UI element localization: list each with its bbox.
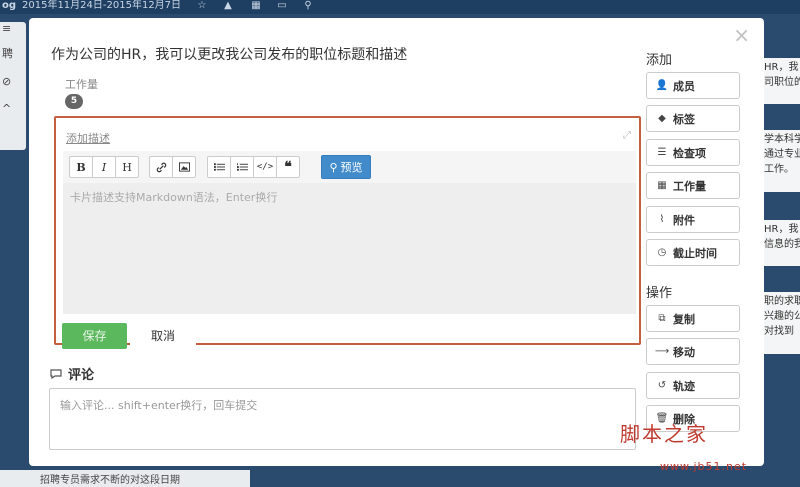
copy-icon: ⧉ <box>658 313 666 324</box>
search-icon: ⚲ <box>329 160 338 174</box>
code-icon[interactable]: </> <box>253 156 277 178</box>
attachment-icon: ⊘ <box>2 75 12 88</box>
italic-button[interactable]: I <box>92 156 116 178</box>
site-watermark: 脚本之家 <box>620 422 708 446</box>
history-icon: ↺ <box>657 380 667 391</box>
chart-icon[interactable]: ▲ <box>222 0 234 12</box>
block-group: </> ❝ <box>207 156 300 178</box>
history-button[interactable]: ↺ 轨迹 <box>646 372 740 399</box>
project-title[interactable]: og <box>2 0 16 12</box>
checklist-icon: ☰ <box>657 147 667 158</box>
workload-label: 工作量 <box>65 78 98 91</box>
board-card[interactable]: HR，我 司职位的 <box>764 58 800 104</box>
board-card[interactable]: HR，我 信息的我 <box>764 220 800 266</box>
cancel-button[interactable]: 取消 <box>130 323 196 349</box>
board-card[interactable]: 学本科学 通过专业 工作。 <box>764 130 800 192</box>
archive-icon[interactable]: ▭ <box>276 0 288 12</box>
workload-badge[interactable]: 5 <box>65 94 83 109</box>
calendar-icon[interactable]: ▦ <box>250 0 262 12</box>
editor-toolbar: B I H </> ❝ ⚲ 预览 <box>63 151 636 183</box>
preview-button[interactable]: ⚲ 预览 <box>321 155 371 179</box>
board-card[interactable]: 职的求职 兴趣的公 对找到 <box>764 292 800 354</box>
collapse-icon[interactable]: ^ <box>0 102 26 115</box>
add-member-button[interactable]: 👤 成员 <box>646 72 740 99</box>
add-checklist-button[interactable]: ☰ 检查项 <box>646 139 740 166</box>
ops-section-title: 操作 <box>646 286 673 301</box>
comments-header: 评论 <box>49 364 94 383</box>
move-button[interactable]: ⟶ 移动 <box>646 338 740 365</box>
comment-icon <box>50 368 62 379</box>
expand-icon[interactable]: ⤢ <box>623 131 633 141</box>
editor-placeholder: 卡片描述支持Markdown语法，Enter换行 <box>70 191 278 204</box>
quote-icon[interactable]: ❝ <box>276 156 300 178</box>
bullet-list-icon[interactable] <box>207 156 231 178</box>
save-button[interactable]: 保存 <box>62 323 127 349</box>
user-plus-icon: 👤 <box>655 80 669 91</box>
board-list-left[interactable]: ≡ 聘 ⊘ ^ <box>0 22 26 150</box>
numbered-list-icon[interactable] <box>230 156 254 178</box>
close-icon[interactable]: × <box>733 24 750 46</box>
menu-icon[interactable]: ≡ <box>0 22 26 35</box>
add-description-link[interactable]: 添加描述 <box>66 130 110 146</box>
link-icon[interactable] <box>149 156 173 178</box>
card-title[interactable]: 作为公司的HR，我可以更改我公司发布的职位标题和描述 <box>51 44 407 64</box>
comment-placeholder: 输入评论... shift+enter换行，回车提交 <box>60 399 258 412</box>
board-topbar: og 2015年11月24日-2015年12月7日 ☆ ▲ ▦ ▭ ⚲ <box>0 0 800 14</box>
description-textarea[interactable]: 卡片描述支持Markdown语法，Enter换行 <box>63 183 636 314</box>
card-detail-modal: × 作为公司的HR，我可以更改我公司发布的职位标题和描述 工作量 5 添加描述 … <box>29 18 764 466</box>
site-watermark-url: www.jb51.net <box>660 460 748 473</box>
star-icon[interactable]: ☆ <box>196 0 208 12</box>
bold-button[interactable]: B <box>69 156 93 178</box>
arrow-right-icon: ⟶ <box>654 346 670 357</box>
insert-group <box>149 156 196 178</box>
date-range: 2015年11月24日-2015年12月7日 <box>22 0 182 11</box>
clock-icon: ◷ <box>657 247 667 258</box>
add-label-button[interactable]: ◆ 标签 <box>646 105 740 132</box>
add-section-title: 添加 <box>646 53 673 68</box>
board-card-bottom[interactable]: 招聘专员需求不断的对这段日期 <box>0 470 250 487</box>
heading-button[interactable]: H <box>115 156 139 178</box>
tag-icon: ◆ <box>658 113 666 124</box>
copy-button[interactable]: ⧉ 复制 <box>646 305 740 332</box>
list-card-text[interactable]: 聘 <box>0 45 26 61</box>
paperclip-icon: ⌇ <box>659 214 665 225</box>
add-workload-button[interactable]: ▦ 工作量 <box>646 172 740 199</box>
board-list-right: HR，我 司职位的 学本科学 通过专业 工作。 HR，我 信息的我 职的求职 兴… <box>764 22 800 462</box>
image-icon[interactable] <box>172 156 196 178</box>
add-deadline-button[interactable]: ◷ 截止时间 <box>646 239 740 266</box>
format-group: B I H <box>69 156 139 178</box>
description-editor: 添加描述 ⤢ B I H </> ❝ ⚲ 预览 卡片描述支持Markdown语法… <box>54 116 641 349</box>
grid-icon: ▦ <box>657 180 667 191</box>
add-attachment-button[interactable]: ⌇ 附件 <box>646 206 740 233</box>
search-icon[interactable]: ⚲ <box>302 0 314 12</box>
comment-input[interactable]: 输入评论... shift+enter换行，回车提交 <box>49 388 636 450</box>
